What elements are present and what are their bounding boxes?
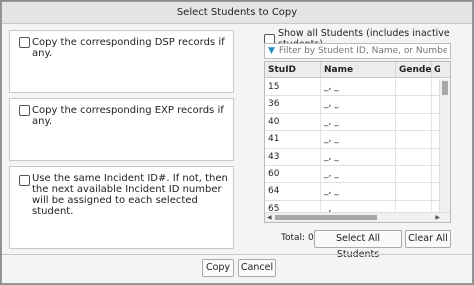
student-filter[interactable]: ▼	[264, 43, 451, 59]
grid-header: StuID Name Gender G	[265, 62, 450, 78]
total-count: Total: 0	[281, 233, 314, 243]
incident-option-label: Use the same Incident ID#. If not, then …	[32, 173, 228, 217]
exp-option[interactable]: Copy the corresponding EXP records if an…	[19, 105, 229, 127]
gender-cell	[396, 183, 432, 200]
total-value: 0	[307, 233, 314, 243]
stuid-cell: 15	[265, 79, 321, 96]
column-header-name[interactable]: Name	[321, 62, 396, 77]
total-label: Total:	[281, 233, 306, 243]
name-cell: _, _	[321, 183, 396, 200]
gender-cell	[396, 113, 432, 131]
stuid-cell: 41	[265, 131, 321, 148]
dsp-option-panel: Copy the corresponding DSP records if an…	[9, 30, 234, 93]
horizontal-scrollbar[interactable]: ◀ ▶	[265, 212, 450, 222]
name-cell: _, _	[321, 113, 396, 131]
exp-checkbox[interactable]	[19, 105, 30, 116]
vertical-scrollbar[interactable]	[439, 79, 450, 213]
stuid-cell: 64	[265, 183, 321, 200]
stuid-cell: 43	[265, 148, 321, 165]
dsp-checkbox[interactable]	[19, 37, 30, 48]
table-row[interactable]: 43 _, _	[265, 148, 439, 166]
table-row[interactable]: 41 _, _	[265, 131, 439, 149]
scroll-left-icon[interactable]: ◀	[267, 213, 272, 222]
exp-option-panel: Copy the corresponding EXP records if an…	[9, 98, 234, 161]
table-row[interactable]: 36 _, _	[265, 96, 439, 114]
copy-button[interactable]: Copy	[202, 259, 234, 277]
gender-cell	[396, 79, 432, 96]
gender-cell	[396, 96, 432, 113]
filter-input[interactable]	[278, 46, 447, 56]
select-all-students-button[interactable]: Select All Students	[314, 230, 402, 260]
name-cell: _, _	[321, 148, 396, 165]
stuid-cell: 60	[265, 165, 321, 183]
name-cell: _, _	[321, 165, 396, 183]
name-cell: _, _	[321, 96, 396, 113]
table-row[interactable]: 64 _, _	[265, 183, 439, 201]
incident-checkbox[interactable]	[19, 175, 30, 186]
exp-option-label: Copy the corresponding EXP records if an…	[32, 105, 224, 127]
gender-cell	[396, 131, 432, 148]
stuid-cell: 40	[265, 113, 321, 131]
footer-divider	[2, 254, 472, 255]
incident-option[interactable]: Use the same Incident ID#. If not, then …	[19, 173, 229, 217]
grid-rows: 15 _, _ 36 _, _ 40 _, _ 41 _, _ 43 _, _ 60 _, …	[265, 79, 439, 219]
table-row[interactable]: 40 _, _	[265, 113, 439, 132]
column-header-stuid[interactable]: StuID	[265, 62, 321, 77]
horizontal-scroll-thumb[interactable]	[275, 215, 377, 220]
filter-icon: ▼	[268, 46, 275, 56]
select-students-dialog: Select Students to Copy Copy the corresp…	[1, 1, 473, 284]
table-row[interactable]: 15 _, _	[265, 79, 439, 97]
table-row[interactable]: 60 _, _	[265, 165, 439, 184]
clear-all-button[interactable]: Clear All	[405, 230, 451, 248]
student-grid: StuID Name Gender G 15_, _ 36_, _ 40_, _…	[264, 61, 451, 223]
gender-cell	[396, 148, 432, 165]
dsp-option[interactable]: Copy the corresponding DSP records if an…	[19, 37, 229, 59]
vertical-scroll-thumb[interactable]	[442, 81, 448, 95]
column-header-gender[interactable]: Gender	[396, 62, 432, 77]
incident-option-panel: Use the same Incident ID#. If not, then …	[9, 166, 234, 249]
column-header-grade[interactable]: G	[432, 62, 440, 77]
stuid-cell: 36	[265, 96, 321, 113]
cancel-button[interactable]: Cancel	[238, 259, 276, 277]
name-cell: _, _	[321, 131, 396, 148]
dialog-title: Select Students to Copy	[2, 2, 472, 24]
dsp-option-label: Copy the corresponding DSP records if an…	[32, 37, 225, 59]
name-cell: _, _	[321, 79, 396, 96]
student-selection-panel: Show all Students (includes inactive stu…	[253, 25, 464, 260]
scroll-right-icon[interactable]: ▶	[435, 213, 440, 222]
gender-cell	[396, 165, 432, 183]
